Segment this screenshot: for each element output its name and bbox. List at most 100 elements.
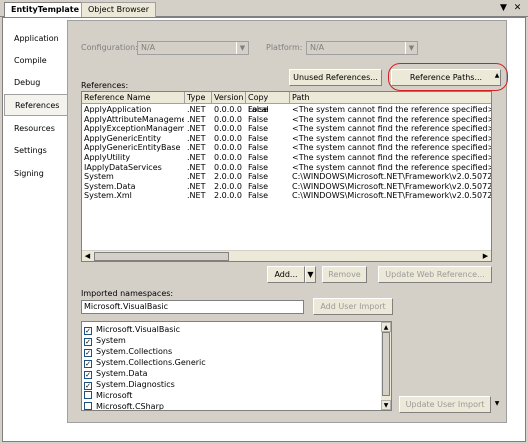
namespace-label: Microsoft.VisualBasic <box>96 325 181 334</box>
cell-path: C:\WINDOWS\Microsoft.NET\Framework\v2.0.… <box>292 181 492 191</box>
column-header-type[interactable]: Type <box>185 92 212 104</box>
table-row[interactable]: ApplyApplication .NET 0.0.0.0 False <The sys… <box>82 105 492 115</box>
cell-path: <The system cannot find the reference sp… <box>292 153 492 162</box>
namespace-input[interactable]: Microsoft.VisualBasic <box>81 300 304 314</box>
chevron-right-icon[interactable]: ▶ <box>480 251 491 261</box>
namespace-label: System <box>96 336 126 345</box>
checkbox[interactable]: ✓ <box>84 338 92 346</box>
namespace-label: System.Collections <box>96 347 173 356</box>
cell-copy: False <box>248 181 269 191</box>
table-row[interactable]: ApplyAttributeManagement .NET 0.0.0.0 False… <box>82 114 492 125</box>
table-row[interactable]: System .NET 2.0.0.0 False C:\WINDOWS\Microso… <box>82 172 491 182</box>
table-row[interactable]: ApplyExceptionManagem... .NET 0.0.0.0 False… <box>82 124 491 134</box>
table-row[interactable]: IApplyDataServices .NET 0.0.0.0 False <The s… <box>82 162 492 173</box>
checkbox[interactable]: ✓ <box>84 327 92 335</box>
chevron-down-icon[interactable]: ▼ <box>381 400 391 410</box>
table-row[interactable]: System.Data .NET 2.0.0.0 False C:\WINDOWS\Mi… <box>82 181 492 192</box>
close-icon[interactable]: ✕ <box>512 3 523 14</box>
update-user-import-button[interactable]: Update User Import <box>399 396 491 413</box>
side-tab-signing[interactable]: Signing <box>4 163 67 185</box>
cell-type: .NET <box>187 172 206 182</box>
side-tab-compile[interactable]: Compile <box>4 50 67 72</box>
add-dropdown-button[interactable]: ▼ <box>305 266 316 283</box>
namespaces-list[interactable]: ✓ Microsoft.VisualBasic ✓ System ✓ System.Col… <box>81 321 392 411</box>
list-item[interactable]: Microsoft <box>84 390 132 401</box>
chevron-down-icon[interactable]: ▼ <box>498 3 509 14</box>
cell-type: .NET <box>187 143 206 153</box>
table-row[interactable]: ApplyGenericEntity .NET 0.0.0.0 False <The s… <box>82 133 492 144</box>
checkbox[interactable]: ✓ <box>84 349 92 357</box>
namespace-label: System.Collections.Generic <box>96 358 206 367</box>
side-tab-settings[interactable]: Settings <box>4 140 67 162</box>
cell-path: <The system cannot find the reference sp… <box>292 143 492 153</box>
table-row[interactable]: System.Xml .NET 2.0.0.0 False C:\WINDOWS\Mic… <box>82 191 491 201</box>
side-tab-debug[interactable]: Debug <box>4 72 67 94</box>
cell-copy: False <box>248 133 269 143</box>
checkbox[interactable]: ✓ <box>84 371 92 379</box>
checkbox[interactable] <box>84 402 92 410</box>
checkbox[interactable]: ✓ <box>84 360 92 368</box>
side-tab-references[interactable]: References <box>4 94 67 116</box>
list-item[interactable]: ✓ System.Diagnostics <box>84 379 175 390</box>
cell-name: ApplyAttributeManagement <box>84 114 184 124</box>
chevron-up-icon[interactable]: ▲ <box>381 322 391 332</box>
tab-entity-template[interactable]: EntityTemplate <box>4 2 87 17</box>
cell-copy: False <box>248 153 269 162</box>
remove-button[interactable]: Remove <box>322 266 367 283</box>
cell-version: 0.0.0.0 <box>214 143 242 153</box>
platform-combo: N/A ▼ <box>306 41 418 55</box>
namespace-label: Microsoft.CSharp <box>96 402 164 411</box>
cell-copy: False <box>248 191 269 201</box>
document-tab-strip: EntityTemplate Object Browser ▼ ✕ <box>0 0 528 17</box>
configuration-combo: N/A ▼ <box>137 41 249 55</box>
references-hscroll[interactable]: ◀ ▶ <box>82 250 491 261</box>
imported-namespaces-label: Imported namespaces: <box>81 289 174 298</box>
project-properties-window: EntityTemplate Object Browser ▼ ✕ Applic… <box>0 0 528 444</box>
references-list[interactable]: Reference Name Type Version Copy Local P… <box>81 91 492 262</box>
cell-type: .NET <box>187 124 206 134</box>
list-item[interactable]: ✓ System.Data <box>84 368 147 379</box>
cell-name: ApplyGenericEntityBase <box>84 143 181 153</box>
column-header-version[interactable]: Version <box>212 92 246 104</box>
add-reference-button[interactable]: Add... <box>267 266 305 283</box>
table-row[interactable]: ApplyUtility .NET 0.0.0.0 False <The system … <box>82 153 492 163</box>
cell-version: 0.0.0.0 <box>214 114 242 124</box>
list-item[interactable]: ✓ System.Collections <box>84 346 172 357</box>
namespaces-vscroll[interactable]: ▲ ▼ <box>381 322 391 410</box>
list-item[interactable]: ✓ System.Collections.Generic <box>84 357 206 368</box>
unused-references-button[interactable]: Unused References... <box>289 69 382 86</box>
column-header-copy-local[interactable]: Copy Local <box>246 92 290 114</box>
side-tab-resources[interactable]: Resources <box>4 118 67 140</box>
list-item[interactable]: Microsoft.CSharp <box>84 401 164 411</box>
highlight-ring <box>388 63 508 91</box>
chevron-up-icon[interactable]: ▲ <box>492 71 502 81</box>
list-item[interactable]: ✓ System <box>84 335 126 346</box>
checkbox[interactable]: ✓ <box>84 382 92 390</box>
cell-name: ApplyGenericEntity <box>84 133 161 143</box>
chevron-down-icon[interactable]: ▼ <box>492 397 502 411</box>
chevron-left-icon[interactable]: ◀ <box>82 251 93 261</box>
add-user-import-button[interactable]: Add User Import <box>313 298 393 315</box>
column-header-name[interactable]: Reference Name <box>82 92 185 104</box>
cell-path: <The system cannot find the reference sp… <box>292 105 492 114</box>
update-web-reference-button[interactable]: Update Web Reference... <box>378 266 492 283</box>
cell-path: <The system cannot find the reference sp… <box>292 162 492 172</box>
cell-type: .NET <box>187 133 206 143</box>
scroll-thumb[interactable] <box>382 332 390 396</box>
list-item[interactable]: ✓ Microsoft.VisualBasic <box>84 324 180 335</box>
cell-path: <The system cannot find the reference sp… <box>292 114 492 124</box>
column-header-path[interactable]: Path <box>290 92 491 104</box>
scroll-thumb[interactable] <box>94 252 229 261</box>
cell-version: 0.0.0.0 <box>214 133 242 143</box>
references-scroll-track: ▲ <box>492 71 502 262</box>
checkbox[interactable] <box>84 391 92 399</box>
cell-type: .NET <box>187 153 206 162</box>
cell-path: <The system cannot find the reference sp… <box>292 133 492 143</box>
side-tab-application[interactable]: Application <box>4 28 67 50</box>
cell-type: .NET <box>187 105 206 114</box>
cell-type: .NET <box>187 114 206 124</box>
cell-copy: False <box>248 162 269 172</box>
table-row[interactable]: ApplyGenericEntityBase .NET 0.0.0.0 False <T… <box>82 143 492 153</box>
tab-object-browser[interactable]: Object Browser <box>81 2 157 17</box>
cell-copy: False <box>248 143 269 153</box>
